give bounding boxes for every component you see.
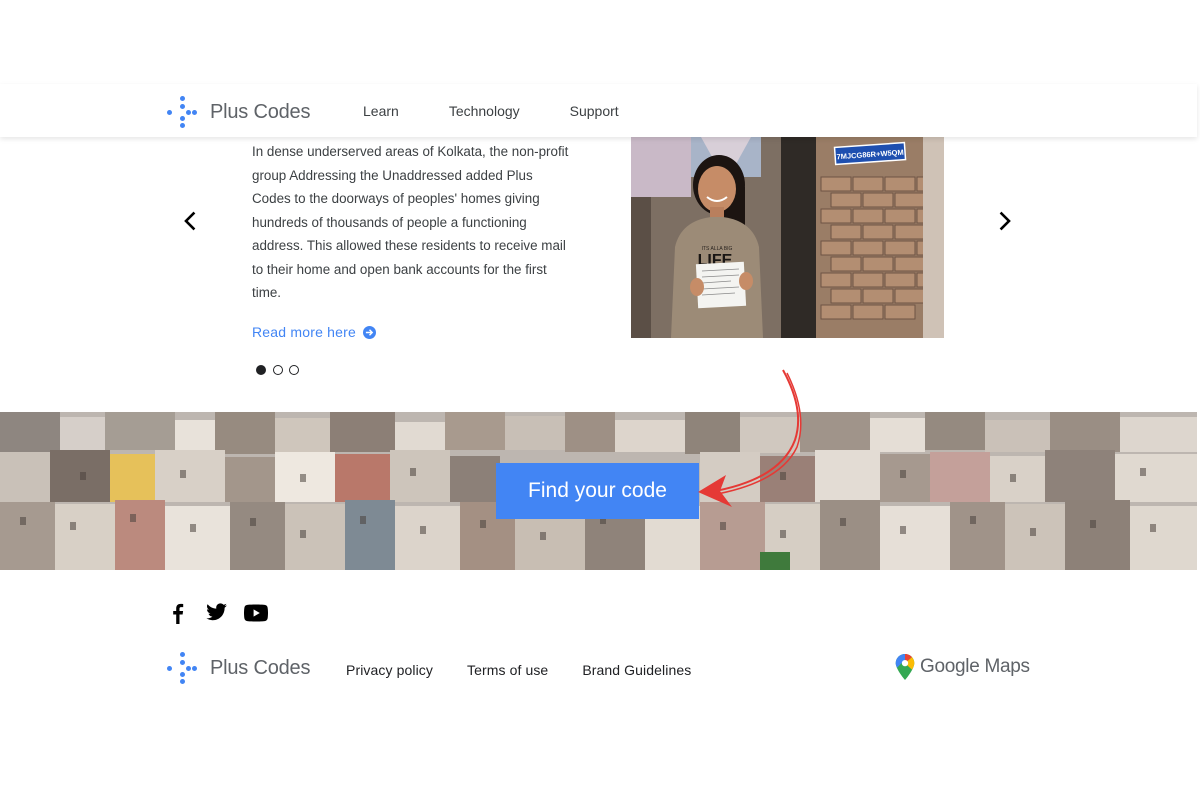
footer-brand-logo[interactable]: Plus Codes — [166, 652, 310, 684]
facebook-link[interactable] — [168, 602, 188, 629]
chevron-left-icon — [184, 211, 196, 231]
google-maps-pin-icon — [895, 654, 915, 680]
read-more-link[interactable]: Read more here — [252, 324, 376, 340]
nav-support[interactable]: Support — [570, 103, 619, 119]
terms-of-use-link[interactable]: Terms of use — [467, 662, 548, 678]
twitter-icon — [206, 603, 227, 621]
carousel-dot-2[interactable] — [272, 365, 283, 375]
main-nav: Learn Technology Support — [363, 103, 669, 119]
site-footer: Plus Codes Privacy policy Terms of use B… — [0, 570, 1197, 715]
brand-logo[interactable]: Plus Codes — [166, 96, 310, 128]
story-photo: 7MJCG86R+W5QM ITS ALLA BIG LIFE — [631, 137, 944, 338]
youtube-link[interactable] — [244, 604, 268, 627]
chevron-right-icon — [999, 211, 1011, 231]
arrow-circle-right-icon — [362, 325, 376, 339]
find-code-banner: Find your code — [0, 412, 1197, 570]
story-text: In dense underserved areas of Kolkata, t… — [252, 144, 569, 300]
footer-links: Privacy policy Terms of use Brand Guidel… — [346, 662, 725, 678]
carousel-dot-3[interactable] — [289, 365, 299, 375]
privacy-policy-link[interactable]: Privacy policy — [346, 662, 433, 678]
google-maps-label: Google Maps — [920, 656, 1030, 677]
site-header: Plus Codes Learn Technology Support — [0, 84, 1197, 137]
brand-guidelines-link[interactable]: Brand Guidelines — [582, 662, 691, 678]
carousel-prev-button[interactable] — [178, 209, 202, 233]
read-more-label: Read more here — [252, 324, 356, 340]
nav-technology[interactable]: Technology — [449, 103, 520, 119]
google-maps-logo[interactable]: Google Maps — [895, 654, 1030, 680]
facebook-icon — [173, 603, 184, 624]
find-your-code-button[interactable]: Find your code — [496, 463, 699, 519]
twitter-link[interactable] — [204, 602, 228, 629]
carousel-dot-1[interactable] — [256, 365, 266, 375]
brand-name: Plus Codes — [210, 100, 311, 123]
plus-codes-logo-icon — [166, 652, 198, 684]
plus-codes-logo-icon — [166, 96, 198, 128]
footer-brand-name: Plus Codes — [210, 656, 311, 679]
carousel-next-button[interactable] — [993, 209, 1017, 233]
nav-learn[interactable]: Learn — [363, 103, 399, 119]
social-links — [168, 602, 284, 629]
carousel-pagination — [256, 365, 306, 375]
youtube-icon — [244, 604, 268, 622]
story-carousel: In dense underserved areas of Kolkata, t… — [0, 137, 1197, 412]
